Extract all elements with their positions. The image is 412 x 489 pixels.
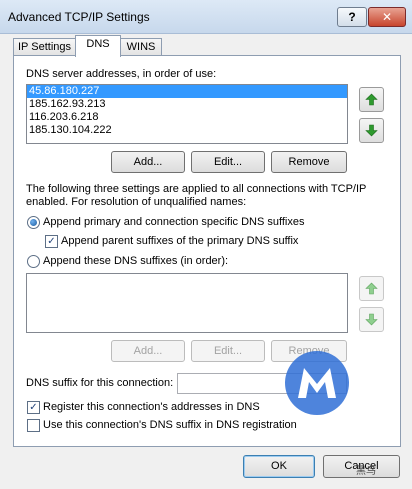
register-addresses-label[interactable]: Register this connection's addresses in … — [43, 401, 260, 413]
title-bar: Advanced TCP/IP Settings ? ✕ — [0, 0, 412, 34]
list-item[interactable]: 185.162.93.213 — [27, 98, 347, 111]
append-these-label[interactable]: Append these DNS suffixes (in order): — [43, 255, 228, 267]
list-item[interactable]: 116.203.6.218 — [27, 111, 347, 124]
window-title: Advanced TCP/IP Settings — [8, 10, 150, 24]
use-suffix-checkbox[interactable] — [27, 419, 40, 432]
edit-suffix-button[interactable]: Edit... — [191, 340, 265, 362]
close-button[interactable]: ✕ — [368, 7, 406, 27]
register-addresses-checkbox[interactable]: ✓ — [27, 401, 40, 414]
up-arrow-icon — [365, 93, 378, 106]
list-item[interactable]: 45.86.180.227 — [27, 85, 347, 98]
tab-ip-settings[interactable]: IP Settings — [13, 38, 76, 56]
tab-dns[interactable]: DNS — [75, 35, 121, 57]
append-parent-label[interactable]: Append parent suffixes of the primary DN… — [61, 235, 298, 247]
info-text-line-2: enabled. For resolution of unqualified n… — [26, 196, 247, 208]
append-parent-checkbox[interactable]: ✓ — [45, 235, 58, 248]
dns-server-list[interactable]: 45.86.180.227 185.162.93.213 116.203.6.2… — [26, 84, 348, 144]
move-down-button[interactable] — [359, 118, 384, 143]
list-item[interactable]: 185.130.104.222 — [27, 124, 347, 137]
suffix-move-up-button[interactable] — [359, 276, 384, 301]
edit-server-button[interactable]: Edit... — [191, 151, 265, 173]
watermark-text: 黑鸟 — [356, 466, 376, 477]
suffix-move-down-button[interactable] — [359, 307, 384, 332]
malwarebytes-logo-icon — [285, 351, 349, 415]
down-arrow-icon — [365, 124, 378, 137]
dns-suffix-list[interactable] — [26, 273, 348, 333]
ok-button[interactable]: OK — [243, 455, 315, 478]
remove-server-button[interactable]: Remove — [271, 151, 347, 173]
connection-suffix-label: DNS suffix for this connection: — [26, 377, 174, 389]
use-suffix-label[interactable]: Use this connection's DNS suffix in DNS … — [43, 419, 297, 431]
up-arrow-icon — [365, 282, 378, 295]
add-server-button[interactable]: Add... — [111, 151, 185, 173]
append-primary-label[interactable]: Append primary and connection specific D… — [43, 216, 305, 228]
add-suffix-button[interactable]: Add... — [111, 340, 185, 362]
dns-servers-label: DNS server addresses, in order of use: — [26, 68, 217, 80]
append-these-radio[interactable] — [27, 255, 40, 268]
down-arrow-icon — [365, 313, 378, 326]
append-primary-radio[interactable] — [27, 216, 40, 229]
tab-wins[interactable]: WINS — [120, 38, 162, 56]
move-up-button[interactable] — [359, 87, 384, 112]
help-button[interactable]: ? — [337, 7, 367, 27]
info-text-line-1: The following three settings are applied… — [26, 183, 367, 195]
